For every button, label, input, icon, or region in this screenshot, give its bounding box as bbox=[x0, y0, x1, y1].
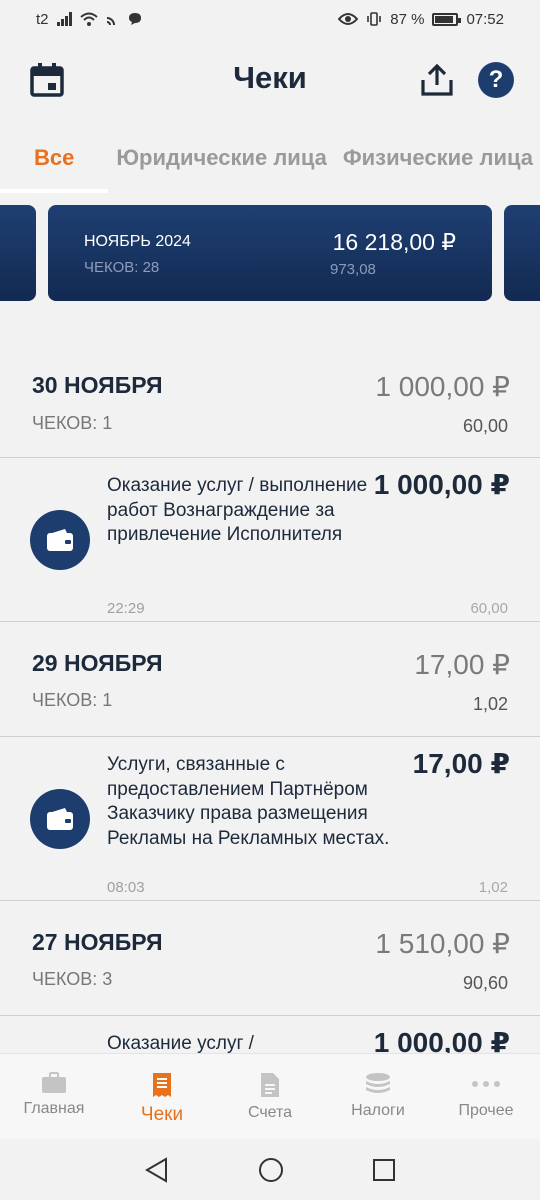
system-nav-bar bbox=[0, 1139, 540, 1200]
bottom-nav: Главная Чеки Счета Налоги Прочее bbox=[0, 1053, 540, 1139]
signal-icon bbox=[56, 12, 72, 26]
app-header: ? bbox=[0, 38, 540, 122]
day-header: 27 НОЯБРЯ ЧЕКОВ: 3 1 510,00 ₽ 90,60 bbox=[0, 901, 540, 1016]
nav-taxes-label: Налоги bbox=[351, 1102, 405, 1119]
wallet-icon bbox=[30, 510, 90, 570]
chat-icon bbox=[128, 13, 141, 25]
home-icon[interactable] bbox=[258, 1157, 284, 1183]
tab-all[interactable]: Все bbox=[0, 145, 108, 171]
next-month-card[interactable] bbox=[504, 205, 540, 301]
share-icon[interactable] bbox=[420, 63, 454, 97]
filter-tabs: Все Юридические лица Физические лица bbox=[0, 122, 540, 194]
receipt-time: 22:29 bbox=[107, 600, 145, 617]
nav-receipts[interactable]: Чеки bbox=[108, 1054, 216, 1139]
active-tab-indicator bbox=[0, 189, 108, 193]
clock: 07:52 bbox=[466, 10, 504, 28]
day-receipt-count: ЧЕКОВ: 1 bbox=[32, 690, 113, 710]
receipt-amount: 1 000,00 ₽ bbox=[373, 469, 510, 500]
back-icon[interactable] bbox=[144, 1156, 170, 1183]
receipt-description: Оказание услуг / выполнение работ Вознаг… bbox=[107, 475, 368, 545]
receipt-item[interactable]: Услуги, связанные с предоставлением Парт… bbox=[0, 737, 540, 901]
day-tax: 1,02 bbox=[472, 694, 508, 714]
receipt-description: Услуги, связанные с предоставлением Парт… bbox=[107, 754, 390, 849]
battery-icon bbox=[432, 12, 462, 26]
day-date: 30 НОЯБРЯ bbox=[32, 372, 163, 398]
briefcase-icon bbox=[42, 1072, 66, 1093]
day-date: 29 НОЯБРЯ bbox=[32, 650, 163, 676]
month-sum: 16 218,00 ₽ bbox=[332, 229, 456, 255]
receipt-icon bbox=[153, 1073, 171, 1097]
receipt-tax: 1,02 bbox=[478, 879, 508, 896]
nav-home-label: Главная bbox=[23, 1100, 85, 1117]
receipt-time: 08:03 bbox=[107, 879, 145, 896]
calendar-icon[interactable] bbox=[30, 63, 64, 97]
carrier-label: t2 bbox=[36, 10, 49, 28]
nav-invoices-label: Счета bbox=[247, 1104, 293, 1121]
day-receipt-count: ЧЕКОВ: 3 bbox=[32, 969, 113, 989]
question-icon: ? bbox=[488, 66, 504, 93]
day-date: 27 НОЯБРЯ bbox=[32, 929, 163, 955]
tab-legal-entities[interactable]: Юридические лица bbox=[108, 145, 335, 171]
month-carousel[interactable]: НОЯБРЬ 2024 ЧЕКОВ: 28 16 218,00 ₽ 973,08 bbox=[0, 205, 540, 301]
more-icon bbox=[472, 1081, 500, 1087]
coins-icon bbox=[366, 1073, 390, 1093]
day-tax: 60,00 bbox=[462, 416, 508, 436]
day-amount: 1 000,00 ₽ bbox=[375, 371, 510, 402]
month-tax: 973,08 bbox=[330, 261, 376, 278]
prev-month-card[interactable] bbox=[0, 205, 36, 301]
day-amount: 1 510,00 ₽ bbox=[375, 928, 510, 959]
wallet-icon bbox=[30, 789, 90, 849]
day-header: 29 НОЯБРЯ ЧЕКОВ: 1 17,00 ₽ 1,02 bbox=[0, 622, 540, 737]
month-card[interactable]: НОЯБРЬ 2024 ЧЕКОВ: 28 16 218,00 ₽ 973,08 bbox=[48, 205, 492, 301]
receipt-amount: 17,00 ₽ bbox=[412, 748, 510, 779]
receipt-item[interactable]: Оказание услуг / выполнение работ Вознаг… bbox=[0, 458, 540, 622]
nav-more-label: Прочее bbox=[458, 1102, 514, 1119]
month-receipt-count: ЧЕКОВ: 28 bbox=[84, 259, 160, 276]
receipt-tax: 60,00 bbox=[470, 600, 508, 617]
cast-icon bbox=[106, 17, 115, 26]
status-bar: t2 87 % 07:52 bbox=[0, 0, 540, 38]
battery-percent: 87 % bbox=[390, 10, 425, 28]
nav-more[interactable]: Прочее bbox=[432, 1054, 540, 1139]
vibrate-icon bbox=[367, 12, 382, 26]
day-receipt-count: ЧЕКОВ: 1 bbox=[32, 413, 113, 433]
recents-icon[interactable] bbox=[372, 1158, 396, 1182]
day-amount: 17,00 ₽ bbox=[414, 649, 510, 680]
help-button[interactable]: ? bbox=[478, 62, 514, 98]
tab-individuals[interactable]: Физические лица bbox=[335, 145, 540, 171]
document-icon bbox=[261, 1073, 279, 1097]
nav-receipts-label: Чеки bbox=[140, 1104, 184, 1125]
nav-taxes[interactable]: Налоги bbox=[324, 1054, 432, 1139]
nav-home[interactable]: Главная bbox=[0, 1054, 108, 1139]
nav-invoices[interactable]: Счета bbox=[216, 1054, 324, 1139]
day-tax: 90,60 bbox=[462, 973, 508, 993]
eye-icon bbox=[338, 13, 359, 25]
day-header: 30 НОЯБРЯ ЧЕКОВ: 1 1 000,00 ₽ 60,00 bbox=[0, 340, 540, 458]
wifi-icon bbox=[79, 12, 98, 26]
month-label: НОЯБРЬ 2024 bbox=[84, 233, 191, 250]
